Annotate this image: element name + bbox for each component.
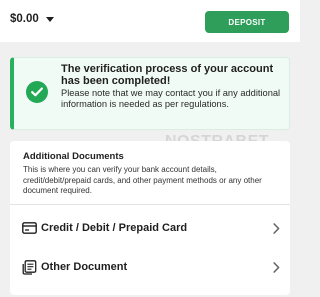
credit-card-row[interactable]: Credit / Debit / Prepaid Card — [10, 209, 290, 247]
chevron-right-icon — [272, 222, 280, 234]
chevron-right-icon — [272, 261, 280, 273]
additional-documents-card: Additional Documents This is where you c… — [10, 141, 290, 295]
check-circle-icon — [26, 81, 48, 103]
docs-description: This is where you can verify your bank a… — [23, 165, 262, 195]
caret-down-icon — [45, 17, 54, 22]
balance-value: $0.00 — [10, 13, 39, 25]
credit-card-icon — [21, 220, 37, 236]
top-bar: $0.00 DEPOSIT — [0, 0, 300, 42]
verification-notice: The verification process of your account… — [10, 57, 290, 130]
notice-text: Please note that we may contact you if a… — [61, 88, 281, 109]
notice-title: The verification process of your account… — [61, 63, 274, 87]
docs-title: Additional Documents — [23, 151, 124, 162]
deposit-button[interactable]: DEPOSIT — [205, 11, 289, 33]
other-document-label: Other Document — [41, 261, 128, 273]
credit-card-label: Credit / Debit / Prepaid Card — [41, 222, 188, 234]
divider — [10, 204, 290, 205]
document-icon — [21, 259, 37, 275]
balance-dropdown[interactable]: $0.00 — [10, 13, 54, 25]
other-document-row[interactable]: Other Document — [10, 248, 290, 286]
